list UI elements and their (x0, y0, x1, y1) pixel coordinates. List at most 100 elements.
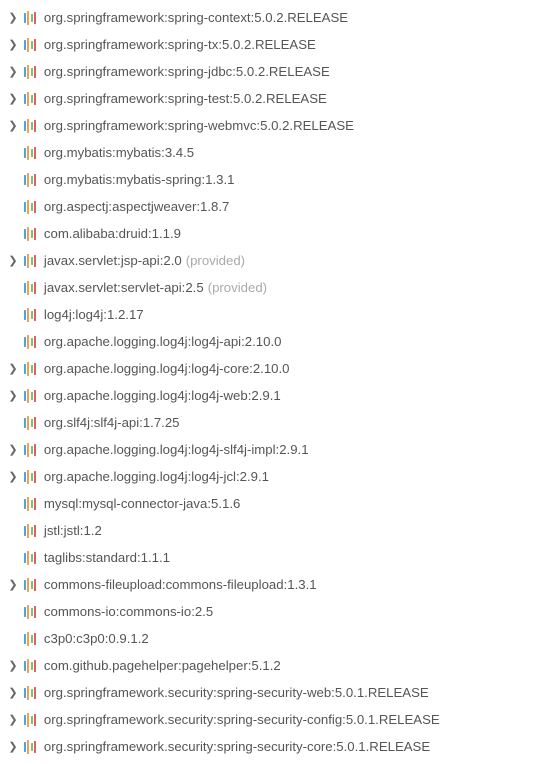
dependency-row[interactable]: mysql:mysql-connector-java:5.1.6 (0, 490, 559, 517)
dependency-row[interactable]: log4j:log4j:1.2.17 (0, 301, 559, 328)
expand-icon[interactable]: ❯ (6, 65, 20, 78)
library-icon (24, 119, 36, 133)
dependency-row[interactable]: org.slf4j:slf4j-api:1.7.25 (0, 409, 559, 436)
dependency-row[interactable]: org.mybatis:mybatis:3.4.5 (0, 139, 559, 166)
dependency-label: c3p0:c3p0:0.9.1.2 (44, 631, 149, 646)
dependency-row[interactable]: ❯ org.springframework:spring-tx:5.0.2.REL… (0, 31, 559, 58)
expand-icon[interactable]: ❯ (6, 92, 20, 105)
expand-icon[interactable]: ❯ (6, 38, 20, 51)
library-icon (24, 254, 36, 268)
expand-icon[interactable]: ❯ (6, 578, 20, 591)
dependency-row[interactable]: ❯ org.apache.logging.log4j:log4j-core:2.1… (0, 355, 559, 382)
expand-icon[interactable]: ❯ (6, 362, 20, 375)
dependency-row[interactable]: c3p0:c3p0:0.9.1.2 (0, 625, 559, 652)
dependency-label: org.springframework.security:spring-secu… (44, 685, 429, 700)
dependency-row[interactable]: ❯ org.springframework.security:spring-sec… (0, 706, 559, 733)
dependency-label: org.apache.logging.log4j:log4j-slf4j-imp… (44, 442, 309, 457)
dependency-row[interactable]: javax.servlet:servlet-api:2.5(provided) (0, 274, 559, 301)
dependency-scope: (provided) (186, 253, 245, 268)
expand-icon[interactable]: ❯ (6, 470, 20, 483)
dependency-row[interactable]: com.alibaba:druid:1.1.9 (0, 220, 559, 247)
dependency-row[interactable]: ❯ org.apache.logging.log4j:log4j-jcl:2.9.… (0, 463, 559, 490)
expand-icon[interactable]: ❯ (6, 659, 20, 672)
library-icon (24, 740, 36, 754)
library-icon (24, 416, 36, 430)
library-icon (24, 551, 36, 565)
dependency-label: org.apache.logging.log4j:log4j-core:2.10… (44, 361, 290, 376)
dependency-label: commons-fileupload:commons-fileupload:1.… (44, 577, 317, 592)
library-icon (24, 308, 36, 322)
dependency-row[interactable]: ❯ javax.servlet:jsp-api:2.0 (provided) (0, 247, 559, 274)
dependency-label: org.springframework:spring-jdbc:5.0.2.RE… (44, 64, 330, 79)
library-icon (24, 578, 36, 592)
library-icon (24, 200, 36, 214)
dependency-label: com.alibaba:druid:1.1.9 (44, 226, 181, 241)
library-icon (24, 65, 36, 79)
dependency-label: org.apache.logging.log4j:log4j-jcl:2.9.1 (44, 469, 269, 484)
dependency-label: org.apache.logging.log4j:log4j-web:2.9.1 (44, 388, 281, 403)
dependency-label: javax.servlet:servlet-api:2.5 (44, 280, 204, 295)
dependency-label: log4j:log4j:1.2.17 (44, 307, 144, 322)
expand-icon[interactable]: ❯ (6, 254, 20, 267)
dependency-label: org.springframework:spring-test:5.0.2.RE… (44, 91, 327, 106)
library-icon (24, 524, 36, 538)
dependency-label: commons-io:commons-io:2.5 (44, 604, 213, 619)
dependency-label: org.springframework:spring-tx:5.0.2.RELE… (44, 37, 316, 52)
library-icon (24, 605, 36, 619)
dependency-row[interactable]: commons-io:commons-io:2.5 (0, 598, 559, 625)
expand-icon[interactable]: ❯ (6, 11, 20, 24)
dependency-row[interactable]: org.apache.logging.log4j:log4j-api:2.10.… (0, 328, 559, 355)
library-icon (24, 227, 36, 241)
dependency-label: org.springframework:spring-context:5.0.2… (44, 10, 348, 25)
expand-icon[interactable]: ❯ (6, 740, 20, 753)
dependency-label: mysql:mysql-connector-java:5.1.6 (44, 496, 240, 511)
dependency-label: org.springframework:spring-webmvc:5.0.2.… (44, 118, 354, 133)
expand-icon[interactable]: ❯ (6, 389, 20, 402)
library-icon (24, 173, 36, 187)
expand-icon[interactable]: ❯ (6, 119, 20, 132)
dependency-row[interactable]: ❯ org.springframework:spring-test:5.0.2.R… (0, 85, 559, 112)
library-icon (24, 389, 36, 403)
dependency-row[interactable]: taglibs:standard:1.1.1 (0, 544, 559, 571)
dependency-label: org.mybatis:mybatis-spring:1.3.1 (44, 172, 235, 187)
library-icon (24, 443, 36, 457)
dependency-row[interactable]: ❯ org.springframework:spring-jdbc:5.0.2.R… (0, 58, 559, 85)
dependency-row[interactable]: org.aspectj:aspectjweaver:1.8.7 (0, 193, 559, 220)
dependency-label: org.springframework.security:spring-secu… (44, 739, 430, 754)
dependency-row[interactable]: ❯ org.springframework:spring-webmvc:5.0.2… (0, 112, 559, 139)
dependency-row[interactable]: ❯ org.springframework.security:spring-sec… (0, 679, 559, 706)
library-icon (24, 686, 36, 700)
library-icon (24, 632, 36, 646)
library-icon (24, 335, 36, 349)
dependency-row[interactable]: ❯ org.springframework.security:spring-sec… (0, 733, 559, 760)
library-icon (24, 11, 36, 25)
library-icon (24, 362, 36, 376)
library-icon (24, 38, 36, 52)
dependency-row[interactable]: ❯ com.github.pagehelper:pagehelper:5.1.2 (0, 652, 559, 679)
dependency-label: taglibs:standard:1.1.1 (44, 550, 170, 565)
dependency-label: javax.servlet:jsp-api:2.0 (44, 253, 182, 268)
expand-icon[interactable]: ❯ (6, 443, 20, 456)
library-icon (24, 92, 36, 106)
dependency-label: org.springframework.security:spring-secu… (44, 712, 440, 727)
expand-icon[interactable]: ❯ (6, 713, 20, 726)
dependency-row[interactable]: ❯ commons-fileupload:commons-fileupload:1… (0, 571, 559, 598)
library-icon (24, 146, 36, 160)
expand-icon[interactable]: ❯ (6, 686, 20, 699)
dependency-label: jstl:jstl:1.2 (44, 523, 102, 538)
dependency-label: org.apache.logging.log4j:log4j-api:2.10.… (44, 334, 282, 349)
dependency-row[interactable]: ❯ org.apache.logging.log4j:log4j-web:2.9.… (0, 382, 559, 409)
dependency-tree: ❯ org.springframework:spring-context:5.0.… (0, 4, 559, 760)
dependency-label: org.aspectj:aspectjweaver:1.8.7 (44, 199, 229, 214)
library-icon (24, 713, 36, 727)
library-icon (24, 281, 36, 295)
dependency-row[interactable]: ❯ org.apache.logging.log4j:log4j-slf4j-im… (0, 436, 559, 463)
dependency-row[interactable]: jstl:jstl:1.2 (0, 517, 559, 544)
library-icon (24, 497, 36, 511)
dependency-row[interactable]: ❯ org.springframework:spring-context:5.0.… (0, 4, 559, 31)
dependency-label: org.slf4j:slf4j-api:1.7.25 (44, 415, 180, 430)
library-icon (24, 470, 36, 484)
library-icon (24, 659, 36, 673)
dependency-label: com.github.pagehelper:pagehelper:5.1.2 (44, 658, 281, 673)
dependency-row[interactable]: org.mybatis:mybatis-spring:1.3.1 (0, 166, 559, 193)
